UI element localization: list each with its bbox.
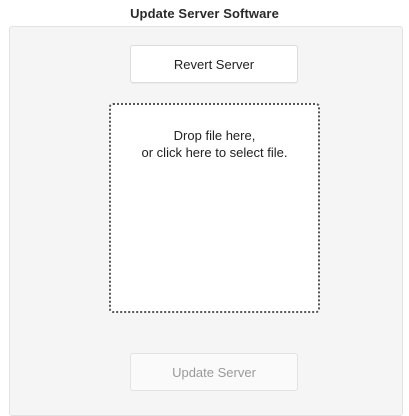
update-server-button[interactable]: Update Server: [130, 353, 298, 391]
file-dropzone[interactable]: Drop file here, or click here to select …: [109, 103, 320, 313]
revert-server-button[interactable]: Revert Server: [130, 45, 298, 83]
update-panel: Revert Server Drop file here, or click h…: [9, 26, 403, 416]
dropzone-line-1: Drop file here,: [173, 128, 256, 143]
dropzone-instructions: Drop file here, or click here to select …: [111, 127, 318, 161]
page-title: Update Server Software: [130, 6, 279, 21]
dropzone-line-2: or click here to select file.: [141, 145, 288, 160]
